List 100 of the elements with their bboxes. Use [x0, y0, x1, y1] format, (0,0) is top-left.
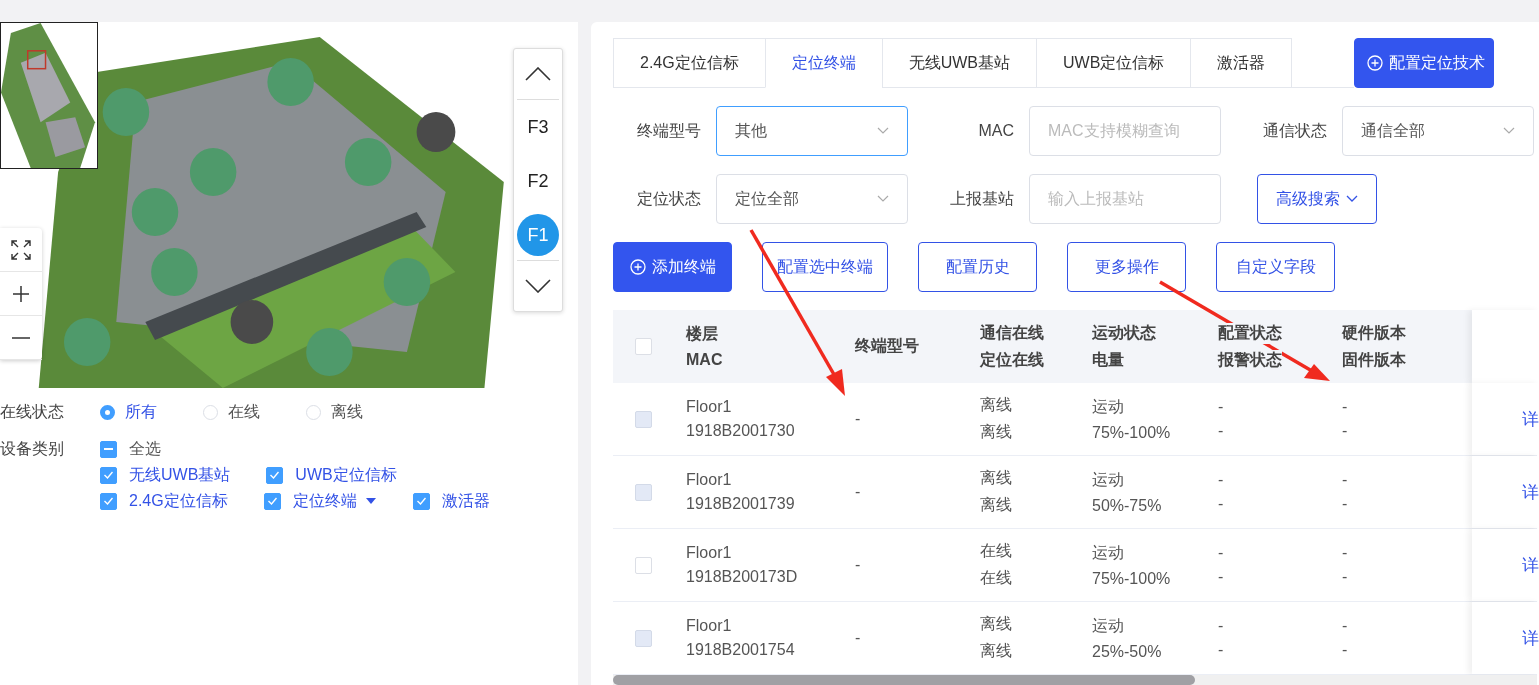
cell-text: 离线	[980, 422, 1013, 442]
column-header: 报警状态	[1218, 349, 1282, 371]
cell-text: -	[1218, 471, 1225, 489]
plus-circle-icon	[629, 259, 646, 275]
details-link[interactable]: 详	[1522, 553, 1539, 577]
radio-label: 在线	[228, 402, 260, 422]
check-icon	[267, 497, 277, 505]
filter-label: 上报基站	[949, 188, 1015, 209]
action-button[interactable]: 更多操作	[1067, 242, 1186, 292]
cell-text: -	[1218, 422, 1225, 440]
checkbox-label: 全选	[129, 438, 161, 459]
filter-label: MAC	[977, 122, 1015, 140]
chevron-down-icon	[1503, 127, 1515, 135]
checkbox-label: UWB定位信标	[295, 464, 397, 485]
column-header: 定位在线	[980, 349, 1044, 371]
column-header: 终端型号	[855, 336, 919, 357]
cell-text: 运动	[1092, 542, 1125, 563]
cell-text: 运动	[1092, 396, 1125, 417]
cell-text: -	[1342, 544, 1349, 562]
cell-text: -	[1342, 495, 1349, 513]
cell-text: 离线	[980, 468, 1013, 488]
cell-text: 运动	[1092, 469, 1125, 490]
action-button[interactable]: 添加终端	[613, 242, 732, 292]
input-field[interactable]: MAC支持模糊查询	[1029, 106, 1221, 156]
dash-icon	[104, 448, 113, 450]
action-button[interactable]: 配置选中终端	[762, 242, 888, 292]
tab[interactable]: 激活器	[1190, 39, 1292, 88]
checkbox[interactable]	[634, 556, 652, 574]
radio-label: 离线	[331, 402, 363, 422]
cell-text: -	[1342, 471, 1349, 489]
cell-text: 运动	[1092, 615, 1125, 636]
checkbox[interactable]	[634, 338, 652, 355]
cell-text: 50%-75%	[1092, 496, 1163, 515]
radio-option[interactable]: 离线	[306, 402, 409, 423]
cell-text: -	[1342, 398, 1349, 416]
filter-label: 设备类别	[0, 439, 65, 459]
chevron-down-icon	[877, 195, 889, 203]
cell-text: -	[1218, 641, 1225, 659]
filter-label: 通信状态	[1262, 120, 1328, 141]
tab[interactable]: 定位终端	[764, 39, 882, 88]
cell-text: Floor1	[686, 471, 733, 489]
chevron-down-icon	[877, 127, 889, 135]
cell-text: Floor1	[686, 398, 733, 416]
checkbox-option[interactable]: UWB定位信标	[266, 465, 397, 485]
filter-label: 终端型号	[636, 120, 702, 141]
filter-label: 定位状态	[636, 188, 702, 209]
cell-text: 在线	[980, 568, 1013, 588]
column-header: 运动状态	[1092, 322, 1156, 344]
check-icon	[416, 497, 426, 505]
tab[interactable]: UWB定位信标	[1036, 39, 1191, 88]
cell-text: -	[855, 556, 862, 574]
checkbox-option[interactable]: 激活器	[412, 491, 490, 511]
cell-text: Floor1	[686, 617, 733, 635]
column-header: 楼层	[686, 324, 718, 345]
cell-text: 离线	[980, 641, 1013, 661]
checkbox-option[interactable]: 无线UWB基站	[100, 465, 231, 485]
scrollbar[interactable]	[613, 675, 1537, 685]
cell-text: -	[1342, 422, 1349, 440]
checkbox-option[interactable]: 2.4G定位信标	[100, 491, 228, 511]
configure-button[interactable]: 配置定位技术	[1354, 38, 1495, 88]
advanced-search-button[interactable]: 高级搜索	[1257, 174, 1377, 224]
tab[interactable]: 2.4G定位信标	[614, 39, 765, 88]
cell-text: 1918B2001730	[686, 422, 796, 440]
checkbox-option[interactable]: 定位终端	[263, 491, 377, 511]
tab[interactable]: 无线UWB基站	[881, 39, 1036, 88]
cell-text: 75%-100%	[1092, 423, 1172, 442]
radio-label: 所有	[125, 402, 157, 422]
cell-text: -	[1218, 398, 1225, 416]
cell-text: 25%-50%	[1092, 642, 1163, 661]
cell-text: 1918B2001754	[686, 641, 796, 659]
cell-text: -	[1342, 641, 1349, 659]
checkbox-label: 激活器	[441, 490, 490, 511]
cell-text: 离线	[980, 495, 1013, 515]
cell-text: -	[1218, 495, 1225, 513]
cell-text: 1918B200173D	[686, 568, 799, 586]
column-header: 通信在线	[980, 322, 1044, 344]
action-button[interactable]: 自定义字段	[1216, 242, 1335, 292]
cell-text: 离线	[980, 395, 1013, 415]
cell-text: -	[1342, 568, 1349, 586]
check-icon	[104, 497, 113, 505]
checkbox-label: 无线UWB基站	[129, 464, 231, 485]
cell-text: 离线	[980, 614, 1013, 634]
input-field[interactable]: 输入上报基站	[1029, 174, 1221, 224]
cell-text: 1918B2001739	[686, 495, 796, 513]
cell-text: -	[1342, 617, 1349, 635]
radio-option[interactable]: 在线	[203, 402, 306, 423]
checkbox-label: 定位终端	[292, 490, 357, 511]
checkbox-option[interactable]: 全选	[100, 439, 490, 459]
select-field[interactable]: 定位全部	[716, 174, 908, 224]
column-header: 固件版本	[1342, 349, 1406, 371]
column-header: 硬件版本	[1342, 322, 1406, 344]
cell-text: -	[855, 410, 862, 428]
select-field[interactable]: 通信全部	[1342, 106, 1534, 156]
check-icon	[104, 471, 113, 479]
action-button[interactable]: 配置历史	[918, 242, 1037, 292]
column-header: 配置状态	[1218, 322, 1282, 344]
radio-option[interactable]: 所有	[100, 402, 203, 423]
select-field[interactable]: 其他	[716, 106, 908, 156]
checkbox-label: 2.4G定位信标	[129, 490, 228, 511]
cell-text: Floor1	[686, 544, 733, 562]
